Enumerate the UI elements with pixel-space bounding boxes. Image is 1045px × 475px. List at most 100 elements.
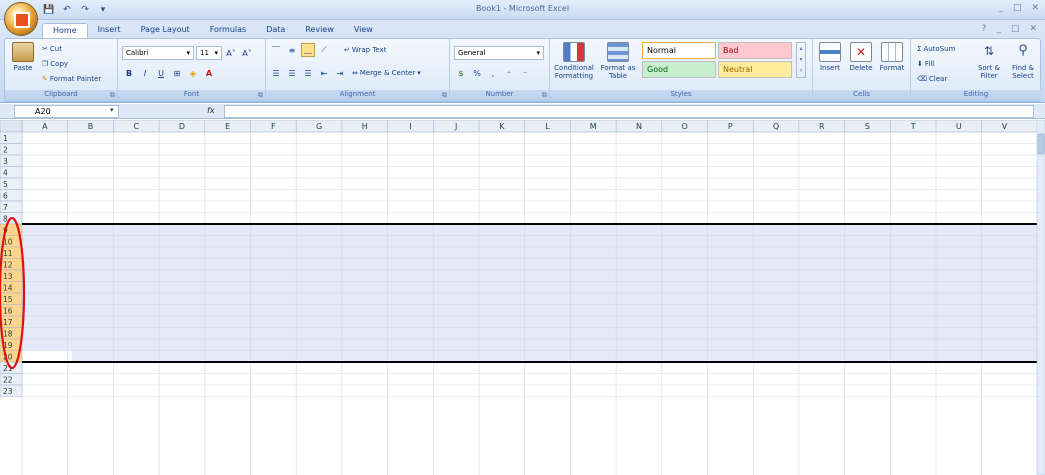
- scroll-thumb[interactable]: [1037, 133, 1045, 155]
- tab-insert[interactable]: Insert: [88, 23, 131, 38]
- shrink-font-button[interactable]: A˅: [240, 46, 254, 60]
- column-header-E[interactable]: E: [225, 122, 230, 131]
- tab-page-layout[interactable]: Page Layout: [131, 23, 200, 38]
- align-center-icon[interactable]: ☰: [285, 66, 299, 80]
- number-format-select[interactable]: General ▾: [454, 46, 544, 60]
- column-header-G[interactable]: G: [316, 122, 322, 131]
- autosum-label: AutoSum: [923, 45, 956, 53]
- align-middle-icon[interactable]: ≡: [285, 43, 299, 57]
- autosum-button[interactable]: Σ AutoSum: [914, 42, 958, 56]
- style-good[interactable]: Good: [642, 61, 716, 78]
- column-header-J[interactable]: J: [454, 122, 457, 131]
- column-header-Q[interactable]: Q: [773, 122, 779, 131]
- underline-button[interactable]: U: [154, 66, 168, 80]
- comma-button[interactable]: ,: [486, 66, 500, 80]
- increase-decimal-icon[interactable]: ⁺: [502, 66, 516, 80]
- percent-button[interactable]: %: [470, 66, 484, 80]
- insert-cells-button[interactable]: Insert: [816, 42, 844, 72]
- formula-input[interactable]: [224, 105, 1034, 118]
- conditional-formatting-button[interactable]: Conditional Formatting: [552, 42, 596, 80]
- active-cell[interactable]: [22, 350, 72, 363]
- column-header-T[interactable]: T: [910, 122, 916, 131]
- column-header-O[interactable]: O: [682, 122, 688, 131]
- column-header-C[interactable]: C: [133, 122, 139, 131]
- fill-color-icon[interactable]: ◈: [186, 66, 200, 80]
- italic-button[interactable]: I: [138, 66, 152, 80]
- decrease-decimal-icon[interactable]: ⁻: [518, 66, 532, 80]
- column-header-H[interactable]: H: [362, 122, 368, 131]
- column-header-V[interactable]: V: [1002, 122, 1008, 131]
- column-header-L[interactable]: L: [545, 122, 550, 131]
- tab-home[interactable]: Home: [42, 23, 88, 39]
- fill-button[interactable]: ⬇ Fill: [914, 57, 937, 71]
- column-header-N[interactable]: N: [636, 122, 642, 131]
- format-cells-button[interactable]: Format: [878, 42, 906, 72]
- borders-icon[interactable]: ⊞: [170, 66, 184, 80]
- close-button[interactable]: ✕: [1031, 3, 1039, 13]
- align-top-icon[interactable]: ⎺: [269, 43, 283, 57]
- select-all-corner[interactable]: [0, 120, 23, 133]
- chevron-down-icon[interactable]: ▾: [110, 106, 114, 114]
- alignment-launcher-icon[interactable]: ⧉: [442, 91, 447, 100]
- workbook-minimize-button[interactable]: _: [996, 24, 1001, 34]
- chevron-down-icon: ▾: [214, 49, 218, 57]
- sort-filter-button[interactable]: ⇅ Sort & Filter: [973, 42, 1005, 80]
- column-header-A[interactable]: A: [42, 122, 48, 131]
- style-normal[interactable]: Normal: [642, 42, 716, 59]
- increase-indent-icon[interactable]: ⇥: [333, 66, 347, 80]
- column-header-K[interactable]: K: [499, 122, 505, 131]
- find-select-button[interactable]: ⚲ Find & Select: [1007, 42, 1039, 80]
- column-header-F[interactable]: F: [271, 122, 276, 131]
- clear-button[interactable]: ⌫ Clear: [914, 72, 950, 86]
- paste-button[interactable]: Paste: [9, 42, 37, 72]
- tab-view[interactable]: View: [344, 23, 383, 38]
- vertical-scrollbar[interactable]: [1036, 120, 1045, 475]
- format-painter-button[interactable]: ✎ Format Painter: [39, 72, 104, 86]
- name-box[interactable]: A20: [14, 105, 119, 118]
- minimize-button[interactable]: _: [998, 3, 1003, 13]
- tab-formulas[interactable]: Formulas: [200, 23, 257, 38]
- column-header-R[interactable]: R: [819, 122, 825, 131]
- workbook-close-button[interactable]: ✕: [1029, 24, 1037, 34]
- number-launcher-icon[interactable]: ⧉: [542, 91, 547, 100]
- column-header-B[interactable]: B: [88, 122, 94, 131]
- column-header-U[interactable]: U: [956, 122, 962, 131]
- font-launcher-icon[interactable]: ⧉: [258, 91, 263, 100]
- workbook-restore-button[interactable]: □: [1011, 24, 1020, 34]
- tab-review[interactable]: Review: [295, 23, 344, 38]
- office-button[interactable]: [4, 2, 38, 36]
- maximize-button[interactable]: □: [1013, 3, 1022, 13]
- font-size-select[interactable]: 11 ▾: [196, 46, 222, 60]
- font-name-select[interactable]: Calibri ▾: [122, 46, 194, 60]
- styles-scroll[interactable]: ▴ ▾ ▿: [796, 42, 806, 78]
- decrease-indent-icon[interactable]: ⇤: [317, 66, 331, 80]
- row-header-label: 12: [3, 261, 13, 270]
- align-right-icon[interactable]: ☰: [301, 66, 315, 80]
- align-bottom-icon[interactable]: ⎽: [301, 43, 315, 57]
- orientation-icon[interactable]: ⟋: [317, 43, 331, 57]
- tab-data[interactable]: Data: [256, 23, 295, 38]
- merge-center-button[interactable]: ⇔ Merge & Center ▾: [349, 66, 424, 80]
- grow-font-button[interactable]: A˄: [224, 46, 238, 60]
- font-color-icon[interactable]: A: [202, 66, 216, 80]
- bold-button[interactable]: B: [122, 66, 136, 80]
- align-left-icon[interactable]: ☰: [269, 66, 283, 80]
- wrap-text-button[interactable]: ↵ Wrap Text: [341, 43, 389, 57]
- format-as-table-button[interactable]: Format as Table: [598, 42, 638, 80]
- column-header-M[interactable]: M: [590, 122, 597, 131]
- copy-button[interactable]: ❐ Copy: [39, 57, 71, 71]
- style-bad[interactable]: Bad: [718, 42, 792, 59]
- column-header-I[interactable]: I: [409, 122, 411, 131]
- delete-cells-button[interactable]: ✕ Delete: [847, 42, 875, 72]
- help-icon[interactable]: ?: [982, 24, 987, 34]
- style-neutral[interactable]: Neutral: [718, 61, 792, 78]
- column-header-D[interactable]: D: [179, 122, 185, 131]
- column-header-P[interactable]: P: [728, 122, 733, 131]
- insert-function-icon[interactable]: fx: [207, 106, 215, 115]
- cut-button[interactable]: ✂ Cut: [39, 42, 65, 56]
- clipboard-group-label: Clipboard: [5, 90, 117, 101]
- worksheet-grid[interactable]: A B C D E F G H I J K L M N O P Q R S T U V123456789101112131…: [0, 120, 1045, 475]
- column-header-S[interactable]: S: [865, 122, 870, 131]
- clipboard-launcher-icon[interactable]: ⧉: [110, 91, 115, 100]
- currency-icon[interactable]: $: [454, 66, 468, 80]
